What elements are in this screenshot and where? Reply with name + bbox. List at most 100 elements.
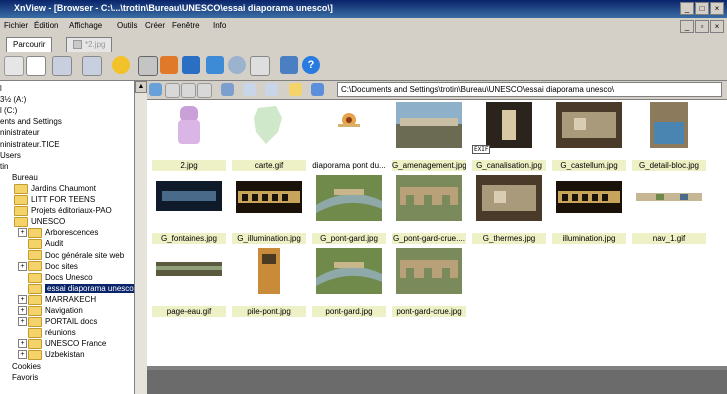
maximize-icon[interactable]: □ — [695, 2, 709, 15]
tree-node[interactable]: Bureau — [12, 172, 38, 183]
expand-icon[interactable]: + — [18, 317, 27, 327]
tree-node[interactable]: 3½ (A:) — [0, 94, 26, 105]
file-thumbnail[interactable]: page-eau.gif — [152, 248, 226, 320]
tree-node[interactable]: l (C:) — [0, 105, 17, 116]
file-thumbnail[interactable]: G_thermes.jpg — [472, 175, 546, 247]
camera-icon[interactable] — [182, 56, 200, 74]
menu-creer[interactable]: Créer — [145, 21, 165, 30]
file-thumbnail[interactable]: illumination.jpg — [552, 175, 626, 247]
tree-node[interactable]: tin — [0, 161, 8, 172]
expand-icon[interactable]: + — [18, 350, 27, 360]
print-icon[interactable] — [138, 56, 158, 76]
tree-node[interactable]: UNESCO — [14, 216, 65, 228]
tree-node[interactable]: LITT FOR TEENS — [14, 194, 95, 205]
menu-edition[interactable]: Édition — [34, 21, 58, 30]
menu-fenetre[interactable]: Fenêtre — [172, 21, 200, 30]
globe-icon[interactable] — [228, 56, 246, 74]
file-thumbnail[interactable]: G_detail-bloc.jpg — [632, 102, 706, 174]
edit-icon[interactable] — [181, 83, 196, 98]
mdi-close-icon[interactable]: × — [710, 20, 724, 33]
tree-scrollbar[interactable]: ▲ — [134, 81, 147, 394]
tree-node[interactable]: réunions — [28, 327, 76, 339]
tree-node[interactable]: l — [0, 83, 2, 94]
expand-icon[interactable]: + — [18, 261, 27, 271]
mdi-minimize-icon[interactable]: _ — [680, 20, 694, 33]
home-icon[interactable] — [149, 83, 162, 96]
tree-node[interactable]: + Arborescences — [18, 227, 98, 239]
tree-node[interactable]: + PORTAIL docs — [18, 316, 97, 327]
file-thumbnail[interactable]: carte.gif — [232, 102, 306, 174]
file-thumbnail[interactable]: G_pont-gard-crue.... — [392, 175, 466, 247]
expand-icon[interactable]: + — [18, 339, 27, 349]
tree-node[interactable]: + MARRAKECH — [18, 294, 96, 305]
tree-node[interactable]: Projets éditoriaux-PAO — [14, 205, 112, 216]
file-thumbnail[interactable]: G_fontaines.jpg — [152, 175, 226, 247]
filter-icon[interactable] — [265, 83, 278, 96]
tree-node-label: MARRAKECH — [45, 294, 97, 304]
scan-icon[interactable] — [160, 56, 178, 74]
file-thumbnail[interactable]: G_castellum.jpg — [552, 102, 626, 174]
tree-node-label: Jardins Chaumont — [31, 183, 96, 193]
path-field[interactable]: C:\Documents and Settings\trotin\Bureau\… — [337, 82, 722, 97]
image-icon[interactable] — [206, 56, 224, 74]
tree-node[interactable]: ents and Settings — [0, 116, 62, 127]
minimize-icon[interactable]: _ — [680, 2, 694, 15]
tree-node[interactable]: + UNESCO France — [18, 338, 106, 350]
file-thumbnail[interactable]: G_pont-gard.jpg — [312, 175, 386, 247]
expand-icon[interactable]: + — [18, 228, 27, 238]
file-thumbnail[interactable]: pont-gard-crue.jpg — [392, 248, 466, 320]
view-icon[interactable] — [221, 83, 234, 96]
drive-icon[interactable] — [4, 56, 24, 76]
file-thumbnail[interactable]: 2.jpg — [152, 102, 226, 174]
tree-node[interactable]: Cookies — [12, 361, 41, 372]
menu-info[interactable]: Info — [213, 21, 226, 30]
copy-icon[interactable] — [250, 56, 270, 76]
panel-icon[interactable] — [280, 56, 298, 74]
scroll-up-icon[interactable]: ▲ — [135, 81, 147, 93]
tree-node[interactable]: Doc générale site web — [28, 250, 124, 261]
tree-node[interactable]: ninistrateur — [0, 127, 40, 138]
close-icon[interactable]: × — [710, 2, 724, 15]
folder-icon — [28, 250, 42, 261]
tree-node[interactable]: Users — [0, 150, 21, 161]
tab-parcourir[interactable]: Parcourir — [6, 37, 53, 52]
tree-node[interactable]: Audit — [28, 238, 63, 250]
thumbnail-grid: 2.jpg carte.gif diaporama pont du... G_amen… — [147, 100, 727, 366]
thumbnail-image — [236, 175, 302, 221]
file-thumbnail[interactable]: pile-pont.jpg — [232, 248, 306, 320]
file-thumbnail[interactable]: nav_1.gif — [632, 175, 706, 247]
file-thumbnail[interactable]: diaporama pont du... — [312, 102, 386, 174]
title-bar: XnView - [Browser - C:\...\trotin\Bureau… — [0, 0, 727, 18]
filmstrip-icon[interactable] — [165, 83, 180, 98]
folder-icon — [28, 261, 42, 272]
up-folder-icon[interactable] — [289, 83, 302, 96]
favorites-icon[interactable] — [311, 83, 324, 96]
menu-fichier[interactable]: Fichier — [4, 21, 28, 30]
tree-node[interactable]: + Uzbekistan — [18, 349, 85, 361]
menu-affichage[interactable]: Affichage — [69, 21, 102, 30]
menu-outils[interactable]: Outils — [117, 21, 137, 30]
file-thumbnail[interactable]: G_amenagement.jpg — [392, 102, 466, 174]
sort-icon[interactable] — [243, 83, 256, 96]
file-name: G_fontaines.jpg — [152, 233, 226, 244]
file-thumbnail[interactable]: G_illumination.jpg — [232, 175, 306, 247]
tree-node[interactable]: Jardins Chaumont — [14, 183, 96, 194]
expand-icon[interactable]: + — [18, 306, 27, 315]
tree-node[interactable]: essai diaporama unesco — [28, 283, 134, 294]
file-thumbnail[interactable]: pont-gard.jpg — [312, 248, 386, 320]
forward-icon[interactable] — [82, 56, 102, 76]
page-icon[interactable] — [26, 56, 46, 76]
tree-node[interactable]: ninistrateur.TICE — [0, 139, 60, 150]
sun-icon[interactable] — [112, 56, 130, 74]
help-icon[interactable]: ? — [302, 56, 320, 74]
tree-node[interactable]: + Doc sites — [18, 261, 78, 272]
file-thumbnail[interactable]: EXIF G_canalisation.jpg — [472, 102, 546, 174]
tree-node[interactable]: Docs Unesco — [28, 272, 93, 283]
back-icon[interactable] — [52, 56, 72, 76]
mdi-restore-icon[interactable]: ▫ — [695, 20, 709, 33]
tab-image[interactable]: *2.jpg — [66, 37, 113, 52]
tree-node[interactable]: + Navigation — [18, 305, 83, 316]
expand-icon[interactable]: + — [18, 294, 27, 304]
tree-node[interactable]: Favoris — [12, 372, 38, 383]
delete-icon[interactable] — [197, 83, 212, 98]
